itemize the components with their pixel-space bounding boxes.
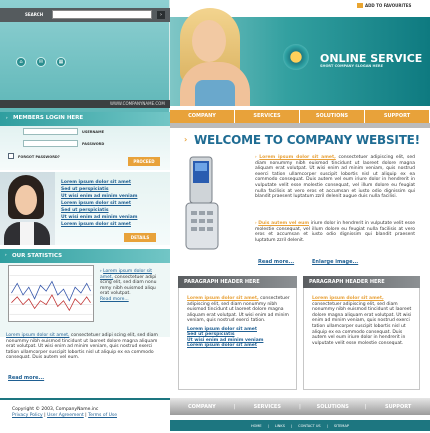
sitemap-icon[interactable]: ▦ [56,57,66,67]
panel-text: Lorem ipsum dolor sit amet, consectetuer… [312,296,413,346]
add-to-favourites-link[interactable]: ADD TO FAVOURITES [365,3,411,8]
footer-separator: | [326,423,328,428]
arrow-icon: › [5,252,7,257]
intro-text: consectetuer adipiscing elit, sed diam n… [255,155,415,200]
arrow-icon: › [100,268,102,273]
proceed-button[interactable]: PROCEED [128,157,160,166]
footer-links-link[interactable]: LINKS [275,424,285,428]
bottom-nav-solutions[interactable]: SOLUTIONS [301,404,365,410]
panel-link[interactable]: Lorem ipsum dolor sit amet, [312,296,384,301]
agent-blouse [20,222,34,245]
main-read-more[interactable]: Read more... [258,259,294,265]
search-input[interactable] [52,10,152,19]
statistics-text: › Lorem ipsum dolor sit amet, consectetu… [100,268,166,302]
bottom-nav-support[interactable]: SUPPORT [366,404,430,410]
arrow-icon: › [184,135,188,144]
site-url: WWW.COMPANYNAME.COM [110,101,165,106]
password-field[interactable] [23,140,78,147]
username-field[interactable] [23,128,78,135]
panel-list-link[interactable]: Lorem ipsum dolor sit amet [187,343,290,348]
terms-link[interactable]: Terms of Use [88,413,117,418]
footer-contact[interactable]: CONTACT US [298,424,321,428]
copyright: Copyright © 2003, CompanyName.inc Privac… [12,407,117,418]
arrow-icon: › [6,115,8,120]
banner-person-top [195,80,235,106]
intro-link[interactable]: Lorem ipsum dolor sit amet, [259,155,336,160]
password-label: PASSWORD [82,142,105,146]
panel-header: PARAGRAPH HEADER HERE [303,276,420,288]
footer-separator: | [267,423,269,428]
bottom-nav-services[interactable]: SERVICES [235,404,299,410]
statistics-title: OUR STATISTICS [12,253,63,259]
panel-link[interactable]: Lorem ipsum dolor sit amet, [187,296,259,301]
enlarge-image-link[interactable]: Enlarge image... [312,259,358,265]
banner-person-face [192,20,226,62]
side-link[interactable]: Lorem ipsum dolor sit amet [61,201,131,206]
page-title: WELCOME TO COMPANY WEBSITE! [194,133,420,147]
second-paragraph: › Duis autem vel eum iriure dolor in hen… [255,220,415,243]
search-go-button[interactable]: › [157,11,165,19]
footer-sitemap[interactable]: SITEMAP [334,424,349,428]
bottom-nav-company[interactable]: COMPANY [170,404,234,410]
email-icon[interactable]: ✉ [36,57,46,67]
side-link[interactable]: Sed ut perspiciatis [61,187,109,192]
home-icon[interactable]: ⌂ [16,57,26,67]
panel-body: Lorem ipsum dolor sit amet, consectetuer… [178,288,297,390]
panel-header: PARAGRAPH HEADER HERE [178,276,297,288]
statistics-graph-image [8,265,94,322]
nav-support[interactable]: SUPPORT [365,110,430,123]
agent-face [15,185,37,215]
top-nav: COMPANY SERVICES SOLUTIONS SUPPORT [170,110,430,123]
service-slogan: SHORT COMPANY SLOGAN HERE [320,64,383,68]
panel-text: Lorem ipsum dolor sit amet, consectetuer… [187,296,290,324]
second-link[interactable]: Duis autem vel eum [258,221,309,226]
side-link[interactable]: Lorem ipsum dolor sit amet [61,180,131,185]
privacy-link[interactable]: Privacy Policy [12,413,43,418]
lower-text: Lorem ipsum dolor sit amet, consectetuer… [6,333,166,361]
forgot-password-link[interactable]: FORGOT PASSWORD? [18,155,60,159]
arrow-icon: › [255,154,257,159]
intro-paragraph: › Lorem ipsum dolor sit amet, consectetu… [255,154,415,200]
left-footer-rule [0,398,170,400]
panel-body-text: consectetuer adipiscing elit, sed diam n… [312,301,412,346]
nav-divider [170,123,430,128]
footer-links: HOME | LINKS | CONTACT US | SITEMAP [170,420,430,431]
side-link[interactable]: Ut wisi enim ad minim veniam [61,215,137,220]
side-link[interactable]: Ut wisi enim ad minim veniam [61,194,137,199]
favourites-icon[interactable] [357,3,363,8]
side-link[interactable]: Sed ut perspiciatis [61,208,109,213]
arrow-icon: › [255,220,257,225]
remember-checkbox[interactable] [8,153,14,159]
nav-company[interactable]: COMPANY [170,110,235,123]
service-logo-icon [283,44,309,70]
nav-solutions[interactable]: SOLUTIONS [300,110,365,123]
footer-separator: | [290,423,293,428]
paragraph-panel-left: PARAGRAPH HEADER HERE Lorem ipsum dolor … [178,276,297,390]
lower-link[interactable]: Lorem ipsum dolor sit amet, [6,333,69,338]
panel-body: Lorem ipsum dolor sit amet, consectetuer… [303,288,420,390]
details-button[interactable]: DETAILS [124,233,156,242]
username-label: USERNAME [82,130,104,134]
footer-home[interactable]: HOME [251,424,262,428]
paragraph-panel-right: PARAGRAPH HEADER HERE Lorem ipsum dolor … [303,276,420,390]
side-link[interactable]: Lorem ipsum dolor sit amet [61,222,131,227]
lower-read-more[interactable]: Read more... [8,375,44,381]
search-label: SEARCH [25,12,44,17]
login-title: MEMBERS LOGIN HERE [13,115,84,121]
statistics-read-more[interactable]: Read more... [100,297,129,302]
bottom-nav: COMPANY | SERVICES | SOLUTIONS | SUPPORT [170,398,430,415]
phone-image [185,156,219,250]
nav-services[interactable]: SERVICES [235,110,300,123]
agreement-link[interactable]: User Agreement [47,413,84,418]
